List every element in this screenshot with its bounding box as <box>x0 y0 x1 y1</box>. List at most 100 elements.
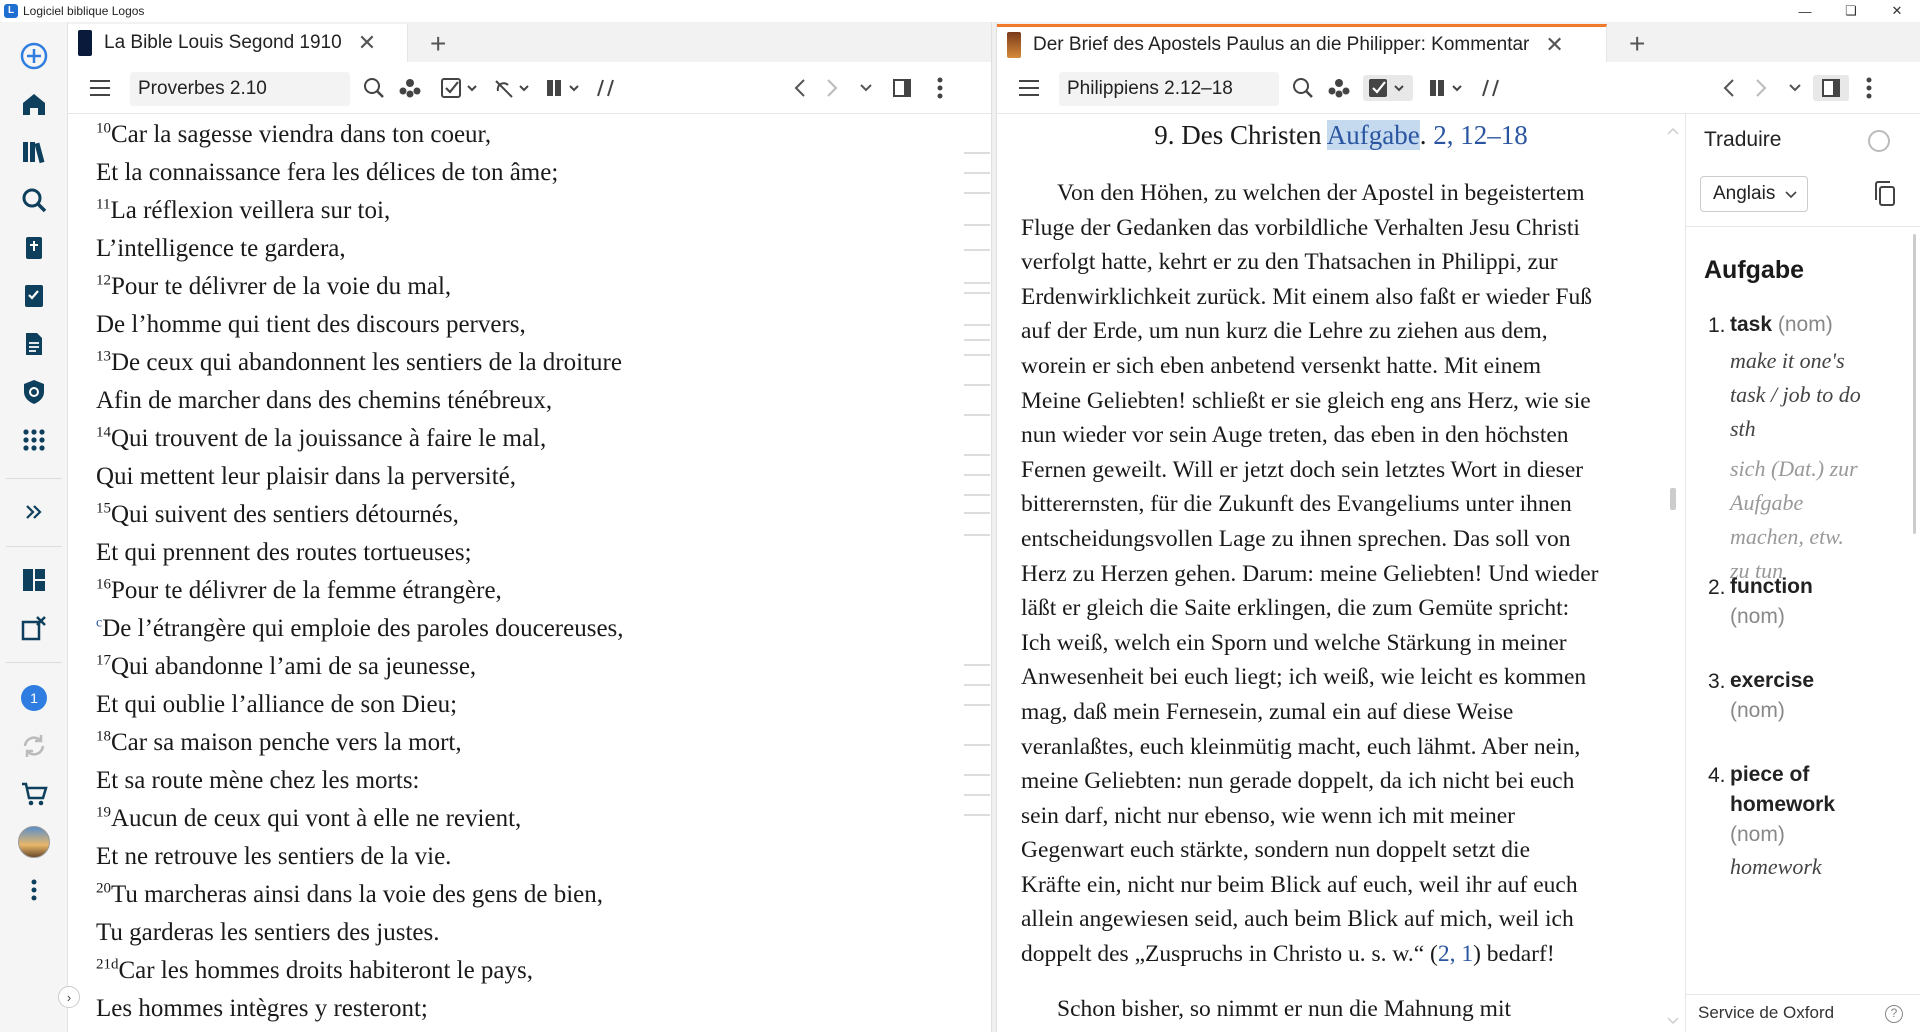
scroll-marker <box>964 454 990 456</box>
close-window-button[interactable]: ✕ <box>1874 0 1920 22</box>
interlinear-icon[interactable] <box>490 75 536 101</box>
parallel-icon[interactable] <box>1425 75 1471 101</box>
verse-line: L’intelligence te gardera, <box>96 230 956 268</box>
close-tab-icon[interactable]: ✕ <box>1545 32 1563 58</box>
verse-number[interactable]: 15 <box>96 501 111 517</box>
verse-number[interactable]: 21d <box>96 957 119 973</box>
verse-text: Aucun de ceux qui vont à elle ne revient… <box>111 805 522 832</box>
language-select[interactable]: Anglais <box>1700 176 1808 212</box>
forward-icon[interactable] <box>818 75 846 101</box>
search-icon[interactable] <box>1289 75 1317 101</box>
scroll-marker <box>964 282 990 284</box>
back-icon[interactable] <box>786 75 814 101</box>
tab-louis-segond[interactable]: La Bible Louis Segond 1910 ✕ <box>68 24 408 62</box>
verse-number[interactable]: 12 <box>96 273 111 289</box>
verse-line: Qui mettent leur plaisir dans la pervers… <box>96 458 956 496</box>
add-tab-button[interactable]: + <box>1629 28 1645 60</box>
maximize-button[interactable]: ❏ <box>1828 0 1874 22</box>
title-bar: L Logiciel biblique Logos — ❏ ✕ <box>0 0 1920 22</box>
verse-number[interactable]: 10 <box>96 121 111 137</box>
scroll-track[interactable] <box>964 114 990 1032</box>
tab-commentary[interactable]: Der Brief des Apostels Paulus an die Phi… <box>997 24 1607 62</box>
commentary-line: Meine Geliebten! schließt er sie gleich … <box>1021 387 1591 414</box>
highlighted-word[interactable]: Aufgabe <box>1326 120 1420 150</box>
verse-text: Les hommes intègres y resteront; <box>96 995 428 1022</box>
collapse-sidebar-button[interactable]: › <box>58 986 80 1008</box>
bible-text: 10Car la sagesse viendra dans ton coeur,… <box>96 114 956 1032</box>
back-icon[interactable] <box>1715 75 1743 101</box>
reference-input[interactable]: Proverbes 2.10 <box>130 72 350 106</box>
people-icon[interactable] <box>1325 75 1353 101</box>
commentary-line: läßt er gleich die Saite erklingen, die … <box>1021 595 1570 622</box>
apps-grid-icon[interactable] <box>12 418 56 462</box>
library-icon[interactable] <box>12 130 56 174</box>
app-sidebar: 1 <box>0 22 68 1032</box>
verse-number[interactable]: 13 <box>96 349 111 365</box>
people-icon[interactable] <box>396 75 424 101</box>
verse-text: De ceux qui abandonnent les sentiers de … <box>111 349 622 376</box>
verse-number[interactable]: 18 <box>96 729 111 745</box>
search-icon[interactable] <box>360 75 388 101</box>
cart-icon[interactable] <box>12 772 56 816</box>
panel-more-icon[interactable] <box>1855 75 1883 101</box>
link-set-icon[interactable] <box>592 75 620 101</box>
scroll-marker <box>964 172 990 174</box>
verse-text: Afin de marcher dans des chemins ténébre… <box>96 387 553 414</box>
verse-line: 11La réflexion veillera sur toi, <box>96 192 956 230</box>
book-cover-icon <box>1007 31 1021 58</box>
bible-panel: La Bible Louis Segond 1910 ✕ + Proverbes… <box>68 22 991 1032</box>
tab-label: La Bible Louis Segond 1910 <box>104 32 342 53</box>
scripture-link[interactable]: 2, 1 <box>1438 941 1473 967</box>
close-tab-icon[interactable]: ✕ <box>358 30 376 56</box>
layouts-icon[interactable] <box>12 558 56 602</box>
split-view-icon[interactable] <box>1813 75 1849 101</box>
verse-number[interactable]: 16 <box>96 577 111 593</box>
verse-number[interactable]: 19 <box>96 805 111 821</box>
checklist-icon[interactable] <box>12 274 56 318</box>
forward-icon[interactable] <box>1747 75 1775 101</box>
visual-filters-icon[interactable] <box>1363 75 1413 101</box>
expand-icon[interactable] <box>12 490 56 534</box>
add-content-icon[interactable] <box>12 34 56 78</box>
verse-text: La réflexion veillera sur toi, <box>110 197 391 224</box>
panel-menu-icon[interactable] <box>86 75 114 101</box>
verse-text: Et sa route mène chez les morts: <box>96 767 420 794</box>
scroll-track[interactable] <box>1665 114 1681 1032</box>
help-icon[interactable]: ? <box>1885 1005 1903 1023</box>
scripture-link[interactable]: 2, 12–18 <box>1433 120 1528 150</box>
verse-text: Pour te délivrer de la femme étrangère, <box>111 577 502 604</box>
bible-icon[interactable] <box>12 226 56 270</box>
add-tab-button[interactable]: + <box>430 28 446 60</box>
history-dropdown-icon[interactable] <box>852 75 880 101</box>
split-view-icon[interactable] <box>888 75 916 101</box>
parallel-icon[interactable] <box>542 75 588 101</box>
shield-icon[interactable] <box>12 370 56 414</box>
search-icon[interactable] <box>12 178 56 222</box>
reference-input[interactable]: Philippiens 2.12–18 <box>1059 72 1279 106</box>
scroll-marker <box>964 224 990 226</box>
sync-icon[interactable] <box>12 724 56 768</box>
notifications-badge[interactable]: 1 <box>12 676 56 720</box>
copy-icon[interactable] <box>1872 180 1898 208</box>
home-icon[interactable] <box>12 82 56 126</box>
link-set-icon[interactable] <box>1477 75 1505 101</box>
minimize-button[interactable]: — <box>1782 0 1828 22</box>
avatar[interactable] <box>12 820 56 864</box>
document-icon[interactable] <box>12 322 56 366</box>
panel-menu-icon[interactable] <box>1015 75 1043 101</box>
visual-filters-icon[interactable] <box>438 75 484 101</box>
verse-text: Tu marcheras ainsi dans la voie des gens… <box>111 881 604 908</box>
verse-number[interactable]: 11 <box>96 197 110 213</box>
verse-number[interactable]: 20 <box>96 881 111 897</box>
translate-scrollbar[interactable] <box>1913 234 1916 534</box>
verse-number[interactable]: 17 <box>96 653 111 669</box>
verse-text: Et qui oublie l’alliance de son Dieu; <box>96 691 458 718</box>
scroll-marker <box>964 512 990 514</box>
more-options-icon[interactable] <box>12 868 56 912</box>
close-panels-icon[interactable] <box>12 606 56 650</box>
commentary-line: mag, daß mein Fernesein, zumal ein auf d… <box>1021 698 1514 725</box>
verse-text: Car les hommes droits habiteront le pays… <box>118 957 534 984</box>
panel-more-icon[interactable] <box>926 75 954 101</box>
history-dropdown-icon[interactable] <box>1781 75 1809 101</box>
verse-number[interactable]: 14 <box>96 425 111 441</box>
